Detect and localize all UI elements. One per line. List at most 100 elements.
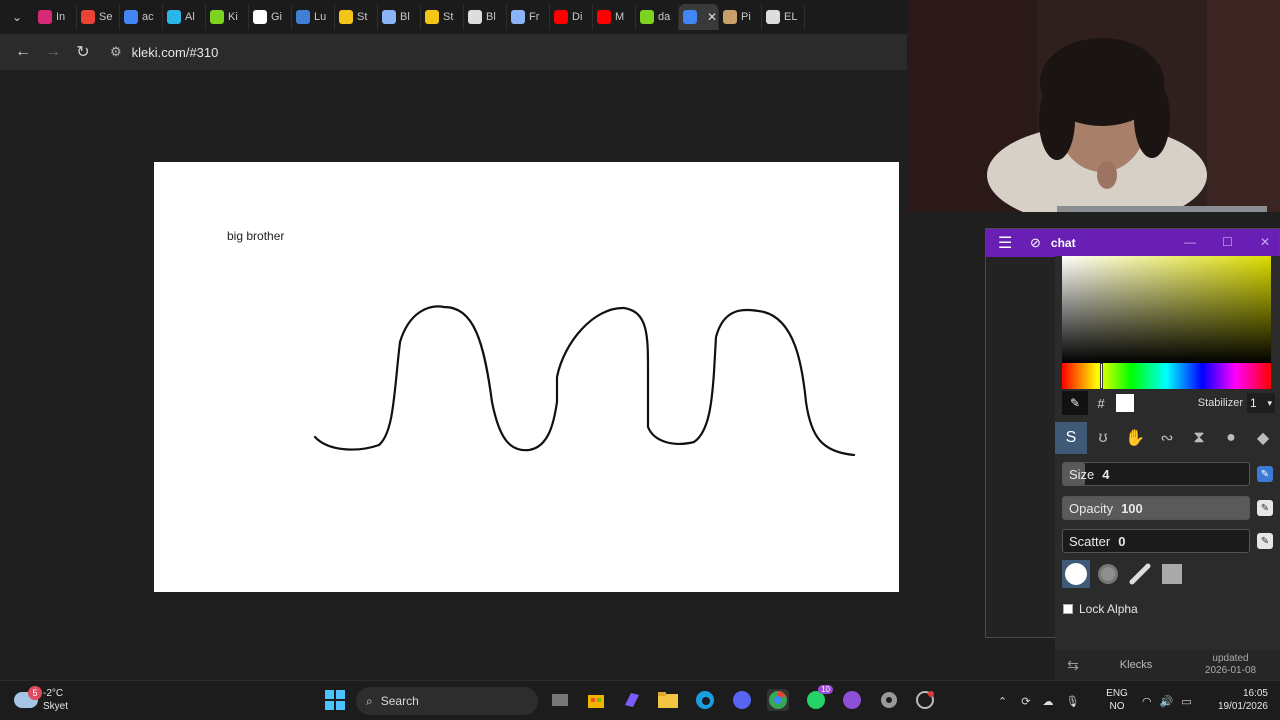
browser-tab[interactable]: ✕ [679, 4, 719, 30]
wifi-icon[interactable]: ◠ [1142, 695, 1152, 708]
round-soft-tip-icon[interactable] [1094, 560, 1122, 588]
browser-tab[interactable]: ac [120, 4, 163, 30]
browser-tab[interactable]: M [593, 4, 636, 30]
pixel-brush-icon[interactable]: ∾ [1151, 422, 1183, 454]
volume-icon[interactable]: 🔊 [1160, 695, 1174, 708]
chat-title: chat [1050, 236, 1076, 250]
edge-icon[interactable] [694, 689, 716, 711]
tab-favicon-icon [167, 10, 181, 24]
smudge-brush-icon[interactable]: ● [1215, 422, 1247, 454]
tab-label: Lu [314, 11, 327, 23]
opacity-pressure-toggle-icon[interactable]: ✎ [1257, 500, 1273, 516]
weather-badge: 5 [28, 686, 42, 700]
close-icon[interactable]: ✕ [1260, 235, 1270, 249]
browser-tab[interactable]: Al [163, 4, 206, 30]
opacity-value: 100 [1121, 500, 1143, 516]
copilot-icon[interactable] [621, 689, 643, 711]
drawing-canvas[interactable]: big brother [154, 162, 899, 592]
lock-alpha-option[interactable]: Lock Alpha [1063, 602, 1138, 616]
browser-tab[interactable]: Bl [378, 4, 421, 30]
browser-tab[interactable]: In [34, 4, 77, 30]
browser-tab[interactable]: St [335, 4, 378, 30]
browser-tab[interactable]: St [421, 4, 464, 30]
tab-close-icon[interactable]: ✕ [707, 10, 717, 24]
status-tray: ◠ 🔊 ▭ [1142, 681, 1192, 720]
browser-tab[interactable]: da [636, 4, 679, 30]
eraser-icon[interactable]: ◆ [1247, 422, 1279, 454]
hue-slider[interactable] [1062, 363, 1271, 389]
forward-button[interactable]: → [38, 37, 68, 67]
address-bar: ← → ↻ ⚙ kleki.com/#310 [0, 34, 907, 70]
tab-favicon-icon [683, 10, 697, 24]
tab-favicon-icon [554, 10, 568, 24]
swap-panel-icon[interactable]: ⇆ [1055, 657, 1091, 674]
scatter-pressure-toggle-icon[interactable]: ✎ [1257, 533, 1273, 549]
hamburger-menu-icon[interactable]: ☰ [998, 233, 1016, 253]
browser-tab[interactable]: Se [77, 4, 120, 30]
browser-tab[interactable]: Fr [507, 4, 550, 30]
browser-tab[interactable]: Lu [292, 4, 335, 30]
sync-icon[interactable]: ⟳ [1021, 695, 1030, 708]
discord-icon[interactable] [731, 689, 753, 711]
browser-tab[interactable]: Bl [464, 4, 507, 30]
chemy-brush-icon[interactable]: ⧗ [1183, 422, 1215, 454]
site-info-icon[interactable]: ⚙ [110, 44, 122, 60]
sketchy-brush-icon[interactable]: ✋ [1119, 422, 1151, 454]
taskbar-search[interactable]: ⌕ Search [356, 687, 538, 715]
tab-label: ac [142, 11, 154, 23]
browser-tab[interactable]: Ki [206, 4, 249, 30]
chisel-tip-icon[interactable] [1126, 560, 1154, 588]
hex-input-button[interactable]: # [1088, 391, 1114, 415]
size-pressure-toggle-icon[interactable]: ✎ [1257, 466, 1273, 482]
minimize-icon[interactable]: — [1184, 235, 1196, 249]
weather-widget[interactable]: 5 -2°C Skyet [14, 686, 84, 716]
lock-alpha-checkbox[interactable] [1063, 604, 1073, 614]
square-tip-icon[interactable] [1158, 560, 1186, 588]
reload-button[interactable]: ↻ [68, 37, 98, 67]
saturation-value-picker[interactable] [1062, 256, 1271, 363]
browser-tab[interactable]: Gi [249, 4, 292, 30]
pen-brush-icon[interactable]: S [1055, 422, 1087, 454]
chat-app-icon[interactable] [841, 689, 863, 711]
start-icon[interactable] [324, 689, 346, 711]
secondary-color-swatch[interactable] [1116, 394, 1134, 412]
blend-brush-icon[interactable]: ʊ [1087, 422, 1119, 454]
url-field[interactable]: ⚙ kleki.com/#310 [104, 38, 907, 66]
klecks-brand[interactable]: Klecks [1091, 659, 1181, 671]
chrome-icon[interactable] [767, 689, 789, 711]
browser-tab[interactable]: Pi [719, 4, 762, 30]
whatsapp-icon[interactable]: 10 [805, 685, 833, 711]
store-icon[interactable] [585, 689, 607, 711]
settings-icon[interactable] [878, 689, 900, 711]
microphone-icon[interactable]: 🎙 [1065, 695, 1079, 708]
camera-off-icon[interactable]: ⊘ [1030, 235, 1041, 251]
cloud-sync-icon[interactable]: ☁ [1042, 695, 1053, 708]
battery-icon[interactable]: ▭ [1181, 695, 1191, 708]
recording-app-icon[interactable] [914, 689, 936, 711]
stabilizer-select[interactable]: 1 ▾ [1247, 393, 1275, 413]
scatter-label: Scatter [1069, 533, 1111, 549]
tray-overflow-icon[interactable]: ⌃ [998, 695, 1007, 708]
browser-tab[interactable]: Di [550, 4, 593, 30]
browser-tab[interactable]: EL [762, 4, 805, 30]
file-explorer-icon[interactable] [657, 689, 679, 711]
clock[interactable]: 16:05 19/01/2026 [1206, 687, 1268, 713]
tab-label: Al [185, 11, 195, 23]
size-slider[interactable]: Size 4 [1062, 462, 1250, 486]
eyedropper-icon[interactable]: ✎ [1062, 391, 1088, 415]
opacity-slider[interactable]: Opacity 100 [1062, 496, 1250, 520]
task-view-icon[interactable] [549, 689, 571, 711]
hue-marker[interactable] [1100, 363, 1103, 389]
maximize-icon[interactable]: ☐ [1222, 235, 1233, 249]
updated-label: updated [1212, 653, 1249, 664]
tab-search-menu-icon[interactable]: ⌄ [6, 6, 28, 28]
scatter-slider[interactable]: Scatter 0 [1062, 529, 1250, 553]
webcam-overlay [907, 0, 1280, 212]
tab-label: Di [572, 11, 583, 23]
tab-label: Bl [486, 11, 496, 23]
tab-favicon-icon [468, 10, 482, 24]
input-language[interactable]: ENG NO [1104, 687, 1130, 713]
back-button[interactable]: ← [8, 37, 38, 67]
tab-favicon-icon [253, 10, 267, 24]
round-hard-tip-icon[interactable] [1062, 560, 1090, 588]
